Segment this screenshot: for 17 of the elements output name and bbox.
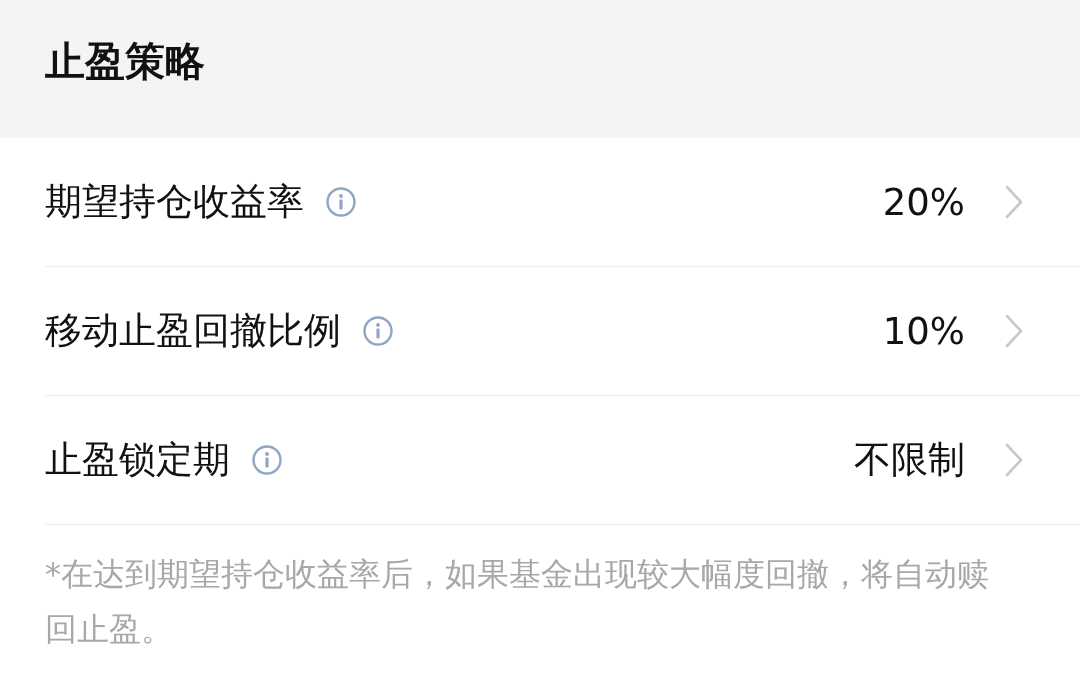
info-icon[interactable] — [363, 316, 393, 346]
chevron-icon — [1003, 313, 1025, 349]
setting-label: 止盈锁定期 — [45, 437, 230, 483]
setting-value: 10% — [882, 309, 965, 353]
setting-row[interactable]: 止盈锁定期 不限制 — [45, 396, 1080, 525]
info-icon[interactable] — [252, 445, 282, 475]
note-text: *在达到期望持仓收益率后，如果基金出现较大幅度回撤，将自动赎回止盈。 — [45, 554, 990, 650]
setting-value: 20% — [882, 180, 965, 224]
chevron-icon — [1003, 442, 1025, 478]
setting-label: 期望持仓收益率 — [45, 179, 304, 225]
setting-label: 移动止盈回撤比例 — [45, 308, 341, 354]
section-title: 止盈策略 — [45, 36, 205, 86]
setting-value: 不限制 — [854, 437, 965, 483]
setting-row[interactable]: 移动止盈回撤比例 10% — [45, 267, 1080, 396]
info-icon[interactable] — [326, 187, 356, 217]
setting-row[interactable]: 期望持仓收益率 20% — [45, 138, 1080, 267]
chevron-icon — [1003, 184, 1025, 220]
